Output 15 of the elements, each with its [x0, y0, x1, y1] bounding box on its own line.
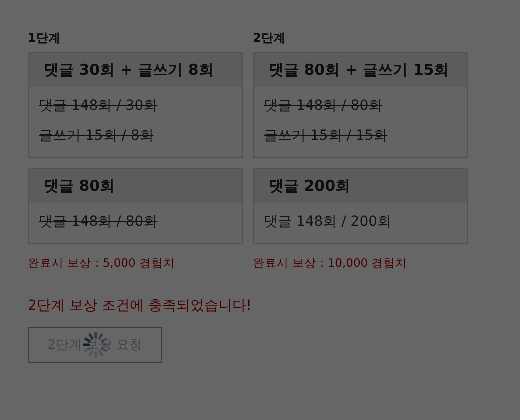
progress-text: 글쓰기 15회 / 8회 — [39, 127, 155, 146]
mission-title: 댓글 80회 — [29, 169, 242, 203]
progress-text: 댓글 148회 / 80회 — [39, 213, 159, 232]
reward-text: 완료시 보상 : 5,000 경험치 — [28, 256, 176, 271]
progress-text: 댓글 148회 / 30회 — [39, 97, 159, 116]
mission-title: 댓글 200회 — [254, 169, 467, 203]
stage-label: 2단계 — [253, 30, 286, 47]
stage-label: 1단계 — [28, 30, 62, 47]
status-message: 2단계 보상 조건에 충족되었습니다! — [28, 297, 253, 315]
progress-text: 댓글 148회 / 200회 — [264, 213, 393, 232]
progress-text: 댓글 148회 / 80회 — [264, 97, 384, 116]
reward-text: 완료시 보상 : 10,000 경험치 — [253, 256, 409, 271]
progress-text: 글쓰기 15회 / 15회 — [264, 127, 389, 146]
mission-title: 댓글 30회 + 글쓰기 8회 — [29, 53, 242, 87]
mission-title: 댓글 80회 + 글쓰기 15회 — [254, 53, 467, 87]
